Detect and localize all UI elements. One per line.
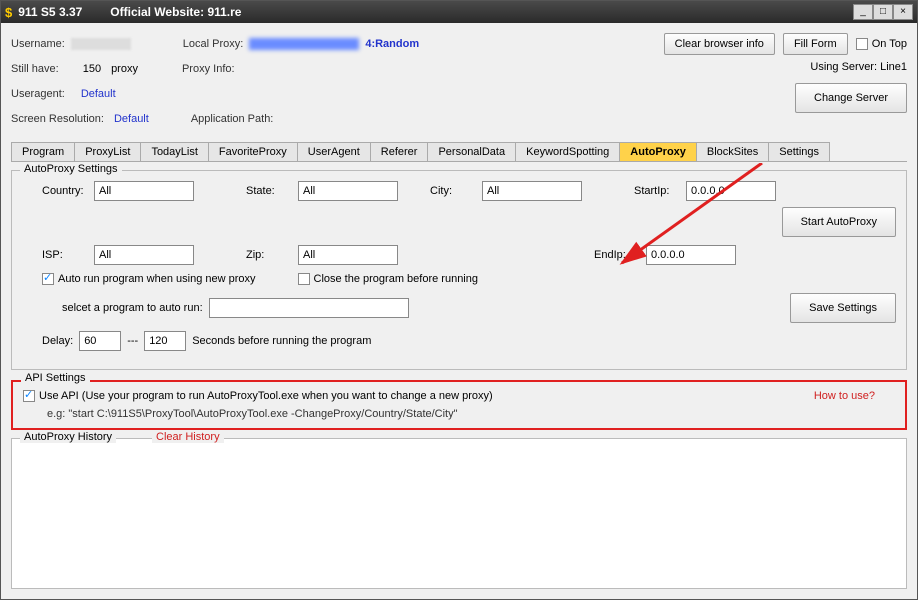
useragent-value[interactable]: Default (81, 88, 116, 100)
using-server-label: Using Server: Line1 (810, 61, 907, 73)
how-to-use-link[interactable]: How to use? (814, 390, 875, 402)
autoproxy-history-group: AutoProxy History Clear History (11, 438, 907, 589)
state-combo[interactable] (298, 181, 398, 201)
app-title: 911 S5 3.37 (18, 5, 82, 19)
username-label: Username: (11, 38, 65, 50)
select-program-label: selcet a program to auto run: (62, 302, 203, 314)
endip-label: EndIp: (594, 249, 642, 261)
city-combo[interactable] (482, 181, 582, 201)
tab-keywordspotting[interactable]: KeywordSpotting (515, 142, 620, 161)
hyphen-icon: --- (127, 335, 138, 347)
isp-label: ISP: (42, 249, 90, 261)
tab-autoproxy[interactable]: AutoProxy (619, 142, 697, 161)
auto-run-checkbox[interactable]: Auto run program when using new proxy (42, 273, 256, 285)
screen-res-label: Screen Resolution: (11, 113, 104, 125)
maximize-button[interactable]: □ (873, 4, 893, 20)
delay-suffix: Seconds before running the program (192, 335, 371, 347)
tab-blocksites[interactable]: BlockSites (696, 142, 769, 161)
delay-label: Delay: (42, 335, 73, 347)
screen-res-value[interactable]: Default (114, 113, 149, 125)
on-top-checkbox[interactable]: On Top (856, 38, 907, 50)
still-have-count: 150 (83, 63, 101, 75)
checkbox-icon (298, 273, 310, 285)
useragent-label: Useragent: (11, 88, 65, 100)
app-path-label: Application Path: (191, 113, 274, 125)
fill-form-button[interactable]: Fill Form (783, 33, 848, 55)
endip-input[interactable] (646, 245, 736, 265)
website-label: Official Website: 911.re (110, 5, 241, 19)
tab-todaylist[interactable]: TodayList (140, 142, 208, 161)
titlebar: $ 911 S5 3.37 Official Website: 911.re _… (1, 1, 917, 23)
api-group-title: API Settings (21, 372, 90, 384)
still-have-unit: proxy (111, 63, 138, 75)
history-title: AutoProxy History (20, 431, 116, 443)
checkbox-icon (42, 273, 54, 285)
change-server-button[interactable]: Change Server (795, 83, 907, 113)
zip-combo[interactable] (298, 245, 398, 265)
still-have-label: Still have: (11, 63, 59, 75)
username-value (71, 38, 131, 50)
close-button[interactable]: × (893, 4, 913, 20)
start-autoproxy-button[interactable]: Start AutoProxy (782, 207, 896, 237)
country-label: Country: (42, 185, 90, 197)
local-proxy-suffix: 4:Random (365, 38, 419, 50)
tab-useragent[interactable]: UserAgent (297, 142, 371, 161)
zip-label: Zip: (246, 249, 294, 261)
tab-proxylist[interactable]: ProxyList (74, 142, 141, 161)
delay-max-input[interactable] (144, 331, 186, 351)
tab-program[interactable]: Program (11, 142, 75, 161)
state-label: State: (246, 185, 294, 197)
clear-history-link[interactable]: Clear History (152, 431, 224, 443)
tab-settings[interactable]: Settings (768, 142, 830, 161)
checkbox-icon (23, 390, 35, 402)
window-controls: _ □ × (853, 4, 913, 20)
local-proxy-label: Local Proxy: (183, 38, 244, 50)
city-label: City: (430, 185, 478, 197)
tab-strip: Program ProxyList TodayList FavoriteProx… (11, 142, 907, 162)
clear-browser-button[interactable]: Clear browser info (664, 33, 775, 55)
group-title: AutoProxy Settings (20, 163, 122, 175)
proxy-info-label: Proxy Info: (182, 63, 235, 75)
delay-min-input[interactable] (79, 331, 121, 351)
save-settings-button[interactable]: Save Settings (790, 293, 896, 323)
api-example-text: e.g: "start C:\911S5\ProxyTool\AutoProxy… (47, 408, 895, 420)
close-before-checkbox[interactable]: Close the program before running (298, 273, 478, 285)
autoproxy-settings-group: AutoProxy Settings Country: State: City:… (11, 170, 907, 370)
content-area: Clear browser info Fill Form On Top Usin… (1, 23, 917, 599)
api-settings-group: API Settings How to use? Use API (Use yo… (11, 380, 907, 430)
app-window: $ 911 S5 3.37 Official Website: 911.re _… (0, 0, 918, 600)
tab-favoriteproxy[interactable]: FavoriteProxy (208, 142, 298, 161)
tab-personaldata[interactable]: PersonalData (427, 142, 516, 161)
minimize-button[interactable]: _ (853, 4, 873, 20)
app-icon: $ (5, 5, 12, 20)
country-combo[interactable] (94, 181, 194, 201)
startip-label: StartIp: (634, 185, 682, 197)
local-proxy-value (249, 38, 359, 50)
header-panel: Clear browser info Fill Form On Top Usin… (11, 33, 907, 130)
isp-combo[interactable] (94, 245, 194, 265)
startip-input[interactable] (686, 181, 776, 201)
select-program-combo[interactable] (209, 298, 409, 318)
tab-referer[interactable]: Referer (370, 142, 429, 161)
checkbox-icon (856, 38, 868, 50)
use-api-checkbox[interactable]: Use API (Use your program to run AutoPro… (23, 390, 895, 402)
